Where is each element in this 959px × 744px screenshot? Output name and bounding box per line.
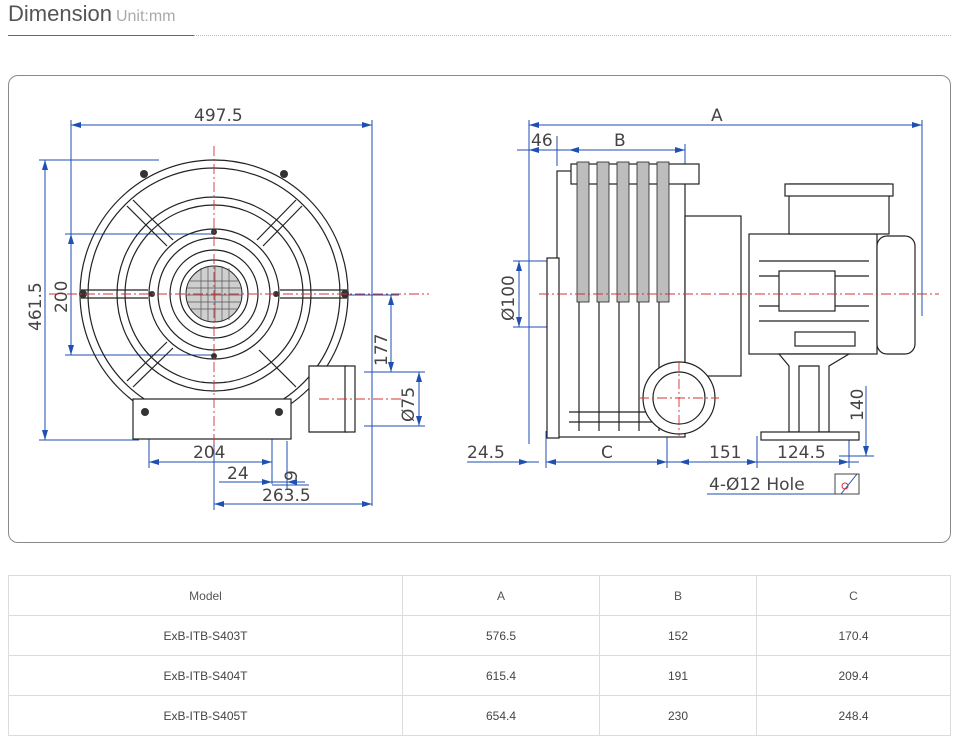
table-row: ExB-ITB-S404T 615.4 191 209.4 <box>8 655 951 696</box>
cell-model: ExB-ITB-S403T <box>8 615 403 656</box>
cell-b: 191 <box>599 655 757 696</box>
col-header-model: Model <box>8 575 403 616</box>
side-view: A 46 B Ø100 24.5 C 151 124.5 140 4-Ø12 H… <box>467 106 939 495</box>
cell-model: ExB-ITB-S404T <box>8 655 403 696</box>
col-header-a: A <box>402 575 600 616</box>
dim-dia-75: Ø75 <box>399 387 419 422</box>
front-view: 497.5 461.5 200 177 Ø75 204 24 9 263.5 <box>26 106 429 510</box>
col-header-b: B <box>599 575 757 616</box>
dim-461-5: 461.5 <box>26 282 46 331</box>
dim-46: 46 <box>531 131 553 151</box>
dim-a: A <box>711 106 723 126</box>
dim-140: 140 <box>848 389 868 421</box>
dimension-drawing: 497.5 461.5 200 177 Ø75 204 24 9 263.5 A… <box>8 75 951 543</box>
col-header-c: C <box>756 575 951 616</box>
dim-dia-100: Ø100 <box>499 275 519 321</box>
unit-label: Unit:mm <box>115 8 176 25</box>
section-header: Dimension Unit:mm <box>8 0 951 40</box>
table-row: ExB-ITB-S405T 654.4 230 248.4 <box>8 695 951 736</box>
dim-124-5: 124.5 <box>777 443 826 463</box>
dim-b: B <box>614 131 626 151</box>
title-underline <box>8 35 194 36</box>
dimension-table: Model A B C ExB-ITB-S403T 576.5 152 170.… <box>8 575 951 736</box>
section-title: Dimension Unit:mm <box>8 1 176 27</box>
cell-c: 209.4 <box>756 655 951 696</box>
dim-24: 24 <box>227 464 249 484</box>
dim-151: 151 <box>709 443 741 463</box>
title-text: Dimension <box>8 1 112 26</box>
dim-263-5: 263.5 <box>262 486 311 506</box>
dotted-divider <box>194 35 951 36</box>
dim-177: 177 <box>372 334 392 366</box>
cell-b: 152 <box>599 615 757 656</box>
table-header-row: Model A B C <box>8 575 951 616</box>
cell-c: 170.4 <box>756 615 951 656</box>
dim-9: 9 <box>282 470 302 481</box>
dim-24-5: 24.5 <box>467 443 505 463</box>
dim-200: 200 <box>52 281 72 313</box>
cell-b: 230 <box>599 695 757 736</box>
dim-204: 204 <box>193 443 225 463</box>
cell-a: 576.5 <box>402 615 600 656</box>
dim-c: C <box>601 443 613 463</box>
cell-a: 615.4 <box>402 655 600 696</box>
table-row: ExB-ITB-S403T 576.5 152 170.4 <box>8 615 951 656</box>
cell-c: 248.4 <box>756 695 951 736</box>
cell-a: 654.4 <box>402 695 600 736</box>
cell-model: ExB-ITB-S405T <box>8 695 403 736</box>
hole-note: 4-Ø12 Hole <box>709 475 805 495</box>
technical-drawing: 497.5 461.5 200 177 Ø75 204 24 9 263.5 A… <box>26 106 939 510</box>
dim-497-5: 497.5 <box>194 106 243 126</box>
